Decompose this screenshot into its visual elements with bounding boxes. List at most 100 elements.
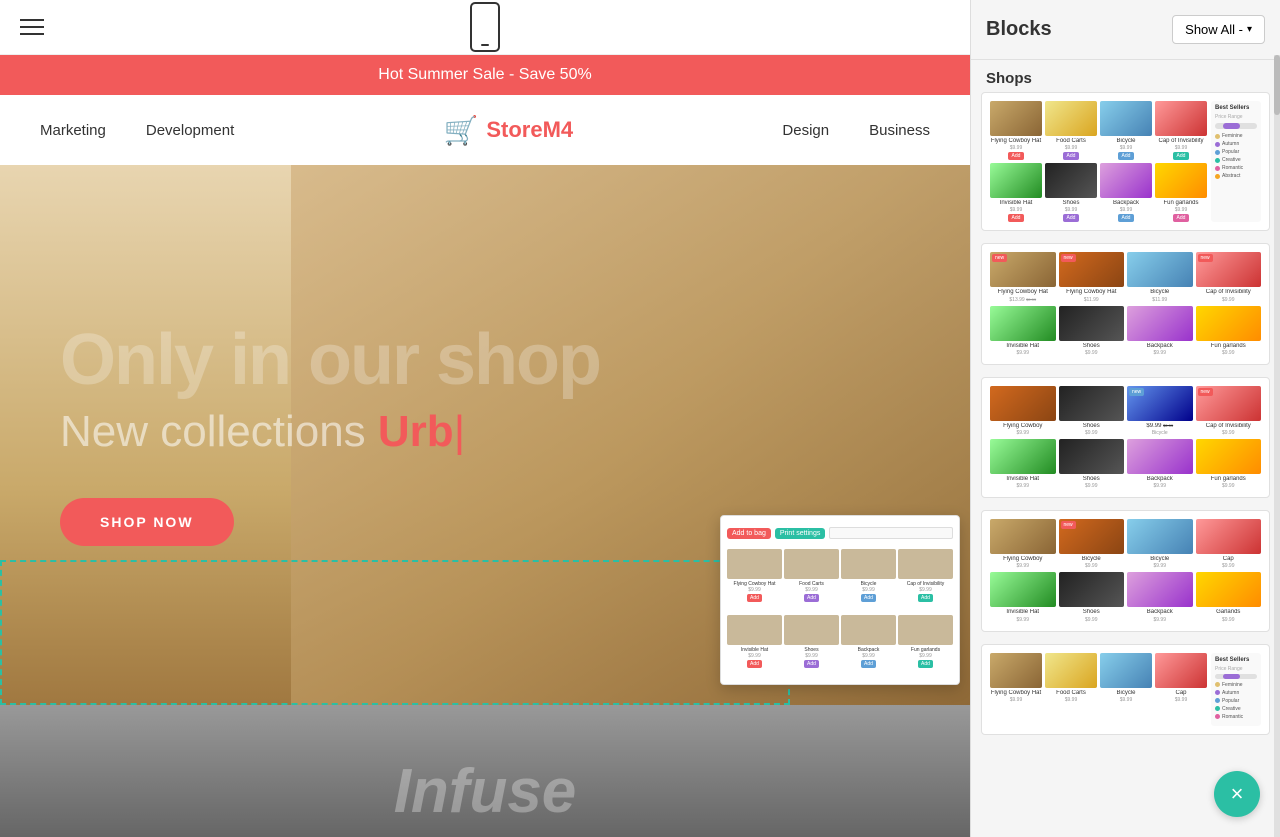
logo-cart-icon: 🛒 [443, 114, 478, 147]
show-all-button[interactable]: Show All - [1172, 15, 1265, 44]
template-card-1[interactable]: Flying Cowboy Hat $9.99 Add Food Carts $… [981, 92, 1270, 231]
mini-product: Shoes $9.99 [1059, 306, 1125, 356]
main-canvas: Hot Summer Sale - Save 50% Marketing Dev… [0, 0, 970, 837]
mini-product: Shoes $9.99 [1059, 572, 1125, 622]
mini-img [1127, 252, 1193, 287]
fp-add-btn-6[interactable]: Add [804, 660, 819, 668]
nav-links-left: Marketing Development [40, 122, 234, 139]
fp-add-btn-7[interactable]: Add [861, 660, 876, 668]
fp-btn-2[interactable]: Print settings [775, 528, 825, 539]
mini-img: new [1196, 386, 1262, 421]
fp-product-1: Flying Cowboy Hat $9.99 Add [727, 549, 782, 612]
shop-now-button[interactable]: SHOP NOW [60, 498, 234, 546]
fp-product-img-2 [784, 549, 839, 579]
mini-img [1059, 572, 1125, 607]
right-panel-header: Blocks Show All - [971, 0, 1280, 60]
mini-add-btn[interactable]: Add [1118, 152, 1135, 160]
top-bar [0, 0, 970, 55]
fp-product-6: Shoes $9.99 Add [784, 615, 839, 678]
mini-product: Bicycle $9.99 Add [1100, 101, 1152, 160]
mini-add-btn[interactable]: Add [1173, 152, 1190, 160]
mini-img [1196, 519, 1262, 554]
mini-img [1045, 163, 1097, 198]
sidebar-filter-item: Feminine [1215, 133, 1257, 139]
mini-img [1059, 306, 1125, 341]
mini-product: Backpack $9.99 [1127, 572, 1193, 622]
hero-cursor: | [454, 407, 465, 456]
nav-link-design[interactable]: Design [782, 122, 829, 139]
sidebar-filter-item: Autumn [1215, 690, 1257, 696]
mini-product: Invisible Hat $9.99 [990, 572, 1056, 622]
mini-img [990, 653, 1042, 688]
fp-search-input [829, 527, 953, 539]
mini-add-btn[interactable]: Add [1063, 152, 1080, 160]
template-card-5[interactable]: Flying Cowboy Hat $9.99 Food Carts $9.99… [981, 644, 1270, 735]
scroll-indicator [1274, 55, 1280, 837]
mini-add-btn[interactable]: Add [1008, 214, 1025, 222]
bottom-section: Infuse [0, 705, 970, 837]
close-icon: × [1231, 783, 1244, 805]
mini-add-btn[interactable]: Add [1118, 214, 1135, 222]
fp-product-img-8 [898, 615, 953, 645]
mini-product: Garlands $9.99 [1196, 572, 1262, 622]
fp-product-5: Invisible Hat $9.99 Add [727, 615, 782, 678]
mini-product: new Flying Cowboy Hat $13.99 $9.99 [990, 252, 1056, 302]
mini-product: Backpack $9.99 Add [1100, 163, 1152, 222]
fp-btn-1[interactable]: Add to bag [727, 528, 771, 539]
nav-link-business[interactable]: Business [869, 122, 930, 139]
mini-product: new Cap of Invisibility $9.99 [1196, 386, 1262, 436]
sidebar-filter-item: Romantic [1215, 714, 1257, 720]
mini-product: Bicycle $11.99 [1127, 252, 1193, 302]
mini-product: Cap of Invisibility $9.99 Add [1155, 101, 1207, 160]
fp-add-btn-3[interactable]: Add [861, 594, 876, 602]
fp-product-2: Food Carts $9.99 Add [784, 549, 839, 612]
fp-product-7: Backpack $9.99 Add [841, 615, 896, 678]
mini-img [990, 306, 1056, 341]
hamburger-icon[interactable] [20, 19, 44, 35]
floating-preview-thumbnail: Add to bag Print settings Flying Cowboy … [720, 515, 960, 685]
close-button[interactable]: × [1214, 771, 1260, 817]
template-card-3[interactable]: Flying Cowboy $9.99 Shoes $9.99 new $9.9… [981, 377, 1270, 498]
fp-add-btn-8[interactable]: Add [918, 660, 933, 668]
mini-img [1059, 439, 1125, 474]
mini-img: new [1196, 252, 1262, 287]
mini-img [1045, 101, 1097, 136]
sidebar-filter-item: Creative [1215, 706, 1257, 712]
mini-product: new Bicycle $9.99 [1059, 519, 1125, 569]
mini-img [1155, 653, 1207, 688]
mini-img [1100, 653, 1152, 688]
mini-img [1127, 439, 1193, 474]
fp-add-btn-1[interactable]: Add [747, 594, 762, 602]
hero-subtitle: New collections Urb| [60, 406, 600, 459]
nav-link-marketing[interactable]: Marketing [40, 122, 106, 139]
mini-product: Shoes $9.99 [1059, 386, 1125, 436]
mini-img: new [1059, 519, 1125, 554]
nav-link-development[interactable]: Development [146, 122, 234, 139]
mini-product: Shoes $9.99 Add [1045, 163, 1097, 222]
template-cards-list[interactable]: Flying Cowboy Hat $9.99 Add Food Carts $… [971, 92, 1280, 837]
nav-links-right: Design Business [782, 122, 930, 139]
fp-add-btn-5[interactable]: Add [747, 660, 762, 668]
mini-product: Food Carts $9.99 [1045, 653, 1097, 703]
mini-add-btn[interactable]: Add [1063, 214, 1080, 222]
mini-product: Flying Cowboy Hat $9.99 Add [990, 101, 1042, 160]
right-panel: Blocks Show All - Shops Flying Cowboy Ha… [970, 0, 1280, 837]
sidebar-filter-item: Romantic [1215, 165, 1257, 171]
mini-product: new Cap of Invisibility $9.99 [1196, 252, 1262, 302]
logo[interactable]: 🛒 StoreM4 [443, 114, 573, 147]
template-card-2[interactable]: new Flying Cowboy Hat $13.99 $9.99 new F… [981, 243, 1270, 364]
hero-section: Only in our shop New collections Urb| SH… [0, 165, 970, 705]
mini-add-btn[interactable]: Add [1173, 214, 1190, 222]
fp-add-btn-4[interactable]: Add [918, 594, 933, 602]
sidebar-filter-item: Abstract [1215, 173, 1257, 179]
fp-product-img-6 [784, 615, 839, 645]
fp-add-btn-2[interactable]: Add [804, 594, 819, 602]
mini-img [1127, 519, 1193, 554]
mini-img: new [990, 252, 1056, 287]
mini-product: Invisible Hat $9.99 [990, 306, 1056, 356]
template-card-4[interactable]: Flying Cowboy $9.99 new Bicycle $9.99 Bi… [981, 510, 1270, 631]
sidebar-filter-item: Popular [1215, 149, 1257, 155]
mini-product: Flying Cowboy $9.99 [990, 519, 1056, 569]
mini-add-btn[interactable]: Add [1008, 152, 1025, 160]
nav-bar: Marketing Development 🛒 StoreM4 Design B… [0, 95, 970, 165]
